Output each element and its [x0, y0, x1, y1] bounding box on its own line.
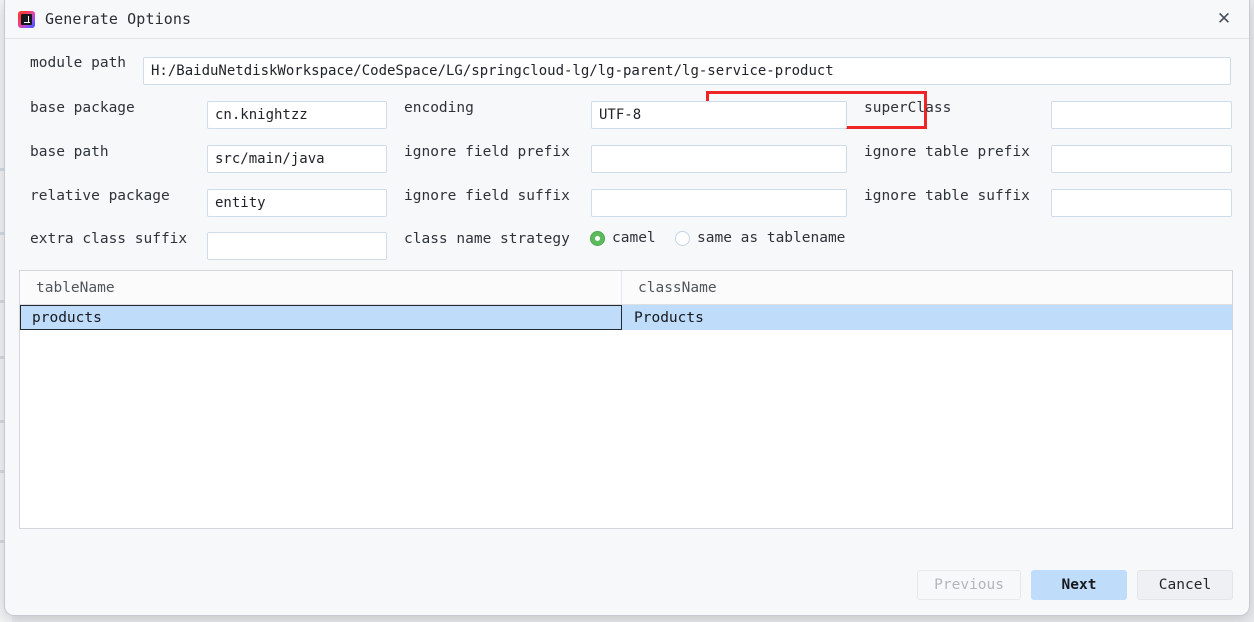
radio-class-name-strategy-camel[interactable]: camel [590, 230, 656, 246]
dialog-titlebar: Generate Options ✕ [5, 0, 1249, 39]
super-class-input[interactable] [1051, 101, 1232, 129]
table-row[interactable]: products Products [20, 305, 1232, 330]
radio-class-name-strategy-same-as-tablename[interactable]: same as tablename [675, 230, 845, 246]
column-header-tablename[interactable]: tableName [20, 271, 622, 304]
next-button[interactable]: Next [1031, 570, 1127, 600]
ignore-field-prefix-input[interactable] [591, 145, 847, 173]
radio-label-camel: camel [612, 230, 656, 246]
previous-button[interactable]: Previous [917, 570, 1021, 600]
label-extra-class-suffix: extra class suffix [30, 231, 188, 247]
relative-package-input[interactable] [207, 189, 387, 217]
label-class-name-strategy: class name strategy [404, 231, 570, 247]
dialog-button-bar: Previous Next Cancel [917, 570, 1233, 600]
cell-classname[interactable]: Products [622, 305, 1232, 330]
label-ignore-table-prefix: ignore table prefix [864, 144, 1030, 160]
cancel-button[interactable]: Cancel [1137, 570, 1233, 600]
close-icon[interactable]: ✕ [1211, 6, 1237, 32]
base-path-input[interactable] [207, 145, 387, 173]
label-ignore-field-suffix: ignore field suffix [404, 188, 570, 204]
column-header-classname[interactable]: className [622, 271, 1232, 304]
base-package-input[interactable] [207, 101, 387, 129]
label-ignore-table-suffix: ignore table suffix [864, 188, 1030, 204]
ignore-table-suffix-input[interactable] [1051, 189, 1232, 217]
options-form: module path base package encoding superC… [5, 39, 1249, 269]
label-module-path: module path [30, 55, 127, 71]
ignore-field-suffix-input[interactable] [591, 189, 847, 217]
label-encoding: encoding [404, 100, 474, 116]
intellij-idea-icon [18, 11, 35, 28]
label-super-class: superClass [864, 100, 952, 116]
label-base-package: base package [30, 100, 135, 116]
label-ignore-field-prefix: ignore field prefix [404, 144, 570, 160]
radio-off-icon [675, 230, 690, 246]
radio-on-icon [590, 230, 605, 246]
encoding-input[interactable] [591, 101, 847, 129]
radio-label-same-as-tablename: same as tablename [697, 230, 846, 246]
cell-tablename[interactable]: products [20, 305, 622, 330]
tables-panel: tableName className products Products [19, 270, 1233, 529]
label-relative-package: relative package [30, 188, 170, 204]
table-header-row: tableName className [20, 271, 1232, 305]
generate-options-dialog: Generate Options ✕ module path base pack… [4, 0, 1250, 616]
label-base-path: base path [30, 144, 109, 160]
dialog-title: Generate Options [45, 10, 192, 28]
ignore-table-prefix-input[interactable] [1051, 145, 1232, 173]
extra-class-suffix-input[interactable] [207, 232, 387, 260]
module-path-input[interactable] [143, 57, 1231, 85]
